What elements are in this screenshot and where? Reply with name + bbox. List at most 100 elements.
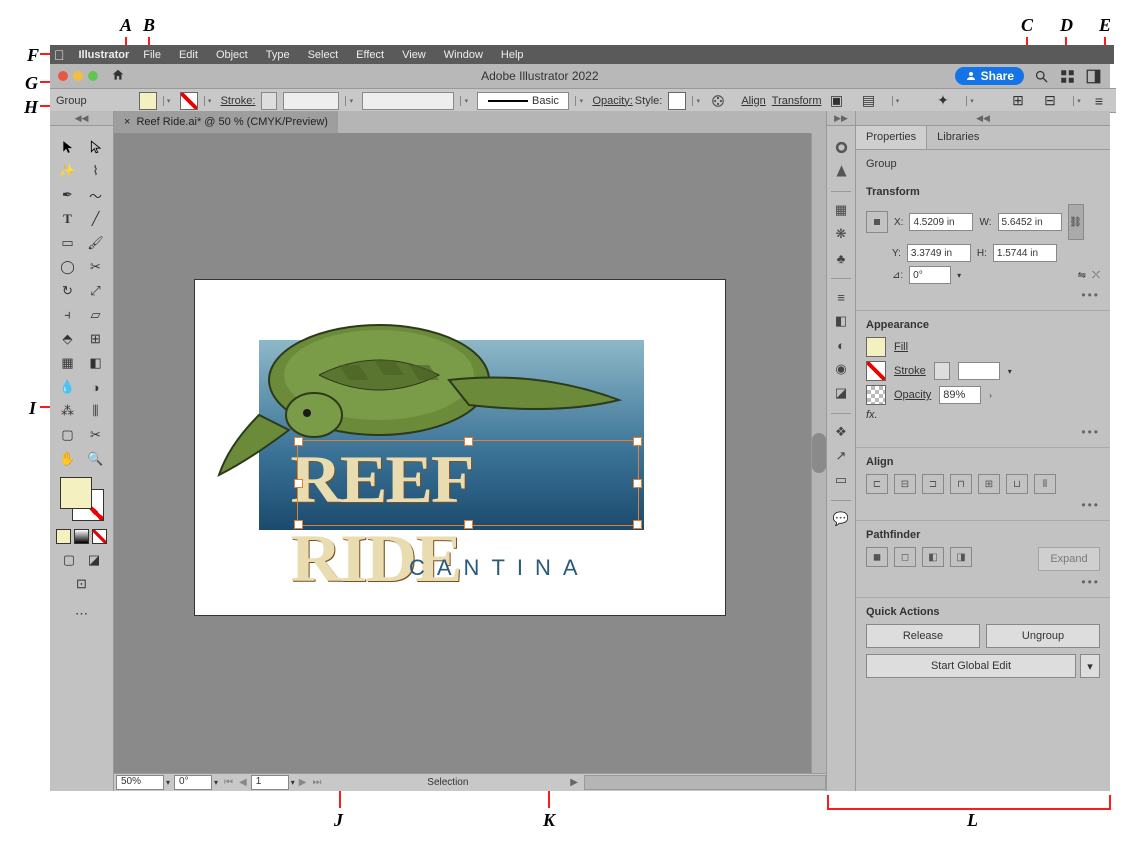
- appearance-opacity-swatch[interactable]: [866, 385, 886, 405]
- color-panel-icon[interactable]: [831, 137, 851, 157]
- shaper-tool-icon[interactable]: ◯: [57, 257, 79, 277]
- edit-similar-icon[interactable]: ✦: [934, 92, 952, 110]
- align-options-dropdown[interactable]: ▾: [1073, 96, 1084, 106]
- ungroup-button[interactable]: Ungroup: [986, 624, 1100, 648]
- curvature-tool-icon[interactable]: 〜: [85, 185, 107, 205]
- variable-width-profile[interactable]: [362, 92, 454, 110]
- distribute-icon[interactable]: ⫴: [1034, 474, 1056, 494]
- appearance-stroke-weight[interactable]: [958, 362, 1000, 380]
- align-more-options[interactable]: •••: [866, 498, 1100, 512]
- symbol-sprayer-tool-icon[interactable]: ⁂: [57, 401, 79, 421]
- appearance-panel-icon[interactable]: ◉: [831, 359, 851, 379]
- rotation-dropdown-icon[interactable]: ▾: [214, 778, 218, 787]
- fill-stroke-control[interactable]: [60, 477, 104, 521]
- stroke-panel-icon[interactable]: ≡: [831, 287, 851, 307]
- maximize-window-button[interactable]: [88, 71, 98, 81]
- prev-artboard-icon[interactable]: ◀: [239, 777, 247, 788]
- symbols-panel-icon[interactable]: ♣: [831, 248, 851, 268]
- brushes-panel-icon[interactable]: ❋: [831, 224, 851, 244]
- release-button[interactable]: Release: [866, 624, 980, 648]
- first-artboard-icon[interactable]: ⏮: [224, 777, 233, 788]
- appearance-stroke-label[interactable]: Stroke: [894, 365, 926, 377]
- column-graph-tool-icon[interactable]: ⫼: [85, 401, 107, 421]
- width-tool-icon[interactable]: ⫞: [57, 305, 79, 325]
- artboard-rotation[interactable]: 0°: [174, 775, 212, 790]
- align-options-icon[interactable]: ⊟: [1041, 92, 1059, 110]
- brush-definition[interactable]: Basic: [477, 92, 569, 110]
- stroke-weight-dropdown[interactable]: ▾: [345, 96, 356, 106]
- slice-tool-icon[interactable]: ✂: [85, 425, 107, 445]
- color-mode-icon[interactable]: [56, 529, 71, 544]
- direct-selection-tool-icon[interactable]: [85, 137, 107, 157]
- align-right-icon[interactable]: ⊐: [922, 474, 944, 494]
- edit-toolbar-icon[interactable]: ⋯: [71, 604, 93, 624]
- pathfinder-unite-icon[interactable]: ◼: [866, 547, 888, 567]
- menu-edit[interactable]: Edit: [179, 49, 198, 61]
- arrange-documents-icon[interactable]: [1058, 67, 1076, 85]
- gradient-tool-icon[interactable]: ◧: [85, 353, 107, 373]
- minimize-window-button[interactable]: [73, 71, 83, 81]
- opacity-label[interactable]: Opacity:: [592, 95, 632, 107]
- fill-dropdown[interactable]: ▾: [163, 96, 174, 106]
- stroke-weight-stepper[interactable]: [261, 92, 277, 110]
- brush-dropdown[interactable]: ▾: [575, 96, 586, 106]
- properties-tab[interactable]: Properties: [856, 125, 927, 149]
- global-edit-dropdown[interactable]: ▾: [1080, 654, 1100, 678]
- canvas[interactable]: REEF RIDE CANTINA: [114, 133, 826, 773]
- stroke-label[interactable]: Stroke:: [221, 95, 256, 107]
- variable-width-dropdown[interactable]: ▾: [460, 96, 471, 106]
- menu-select[interactable]: Select: [308, 49, 339, 61]
- align-to-icon[interactable]: ⊞: [1009, 92, 1027, 110]
- y-value[interactable]: 3.3749 in: [907, 244, 971, 262]
- menu-view[interactable]: View: [402, 49, 426, 61]
- flip-horizontal-icon[interactable]: ⇋: [1078, 270, 1086, 281]
- angle-value[interactable]: 0°: [909, 266, 951, 284]
- isolate-group-icon[interactable]: ▣: [828, 92, 846, 110]
- appearance-opacity-label[interactable]: Opacity: [894, 389, 931, 401]
- rotate-tool-icon[interactable]: ↻: [57, 281, 79, 301]
- close-window-button[interactable]: [58, 71, 68, 81]
- edit-similar-dropdown[interactable]: ▾: [966, 96, 977, 106]
- document-tab[interactable]: × Reef Ride.ai* @ 50 % (CMYK/Preview): [114, 111, 338, 133]
- draw-behind-icon[interactable]: ◪: [83, 550, 105, 570]
- artwork-group[interactable]: REEF RIDE CANTINA: [259, 340, 644, 540]
- appearance-opacity-value[interactable]: 89%: [939, 386, 981, 404]
- transparency-panel-icon[interactable]: ◐: [831, 335, 851, 355]
- scale-tool-icon[interactable]: ⤢: [85, 281, 107, 301]
- menu-file[interactable]: File: [143, 49, 161, 61]
- tools-collapse-icon[interactable]: ◀◀: [50, 111, 113, 126]
- draw-normal-icon[interactable]: ▢: [58, 550, 80, 570]
- blend-tool-icon[interactable]: ◑: [85, 377, 107, 397]
- gradient-mode-icon[interactable]: [74, 529, 89, 544]
- next-artboard-icon[interactable]: ▶: [299, 777, 307, 788]
- stroke-weight-field[interactable]: [283, 92, 339, 110]
- color-guide-panel-icon[interactable]: [831, 161, 851, 181]
- zoom-level[interactable]: 50%: [116, 775, 164, 790]
- graphic-style-swatch[interactable]: [668, 92, 686, 110]
- preferences-icon[interactable]: ≡: [1090, 92, 1108, 110]
- selection-bounding-box[interactable]: [297, 440, 639, 526]
- comments-panel-icon[interactable]: 💬: [831, 509, 851, 529]
- stroke-dropdown[interactable]: ▾: [204, 96, 215, 106]
- shape-builder-tool-icon[interactable]: ⬘: [57, 329, 79, 349]
- stroke-swatch[interactable]: [180, 92, 198, 110]
- paintbrush-tool-icon[interactable]: 🖌: [85, 233, 107, 253]
- appearance-stroke-stepper[interactable]: [934, 362, 950, 380]
- selection-tool-icon[interactable]: [57, 137, 79, 157]
- align-bottom-icon[interactable]: ⊔: [1006, 474, 1028, 494]
- zoom-tool-icon[interactable]: 🔍: [85, 449, 107, 469]
- pathfinder-intersect-icon[interactable]: ◧: [922, 547, 944, 567]
- pathfinder-more-options[interactable]: •••: [866, 575, 1100, 589]
- menu-window[interactable]: Window: [444, 49, 483, 61]
- asset-export-panel-icon[interactable]: ↗: [831, 446, 851, 466]
- search-icon[interactable]: [1032, 67, 1050, 85]
- artboards-panel-icon[interactable]: ▭: [831, 470, 851, 490]
- perspective-grid-tool-icon[interactable]: ⊞: [85, 329, 107, 349]
- edit-contents-icon[interactable]: ▤: [860, 92, 878, 110]
- mesh-tool-icon[interactable]: ▦: [57, 353, 79, 373]
- app-name[interactable]: Illustrator: [79, 49, 130, 61]
- vertical-scrollbar[interactable]: [811, 133, 826, 773]
- none-mode-icon[interactable]: [92, 529, 107, 544]
- pathfinder-exclude-icon[interactable]: ◨: [950, 547, 972, 567]
- menu-effect[interactable]: Effect: [356, 49, 384, 61]
